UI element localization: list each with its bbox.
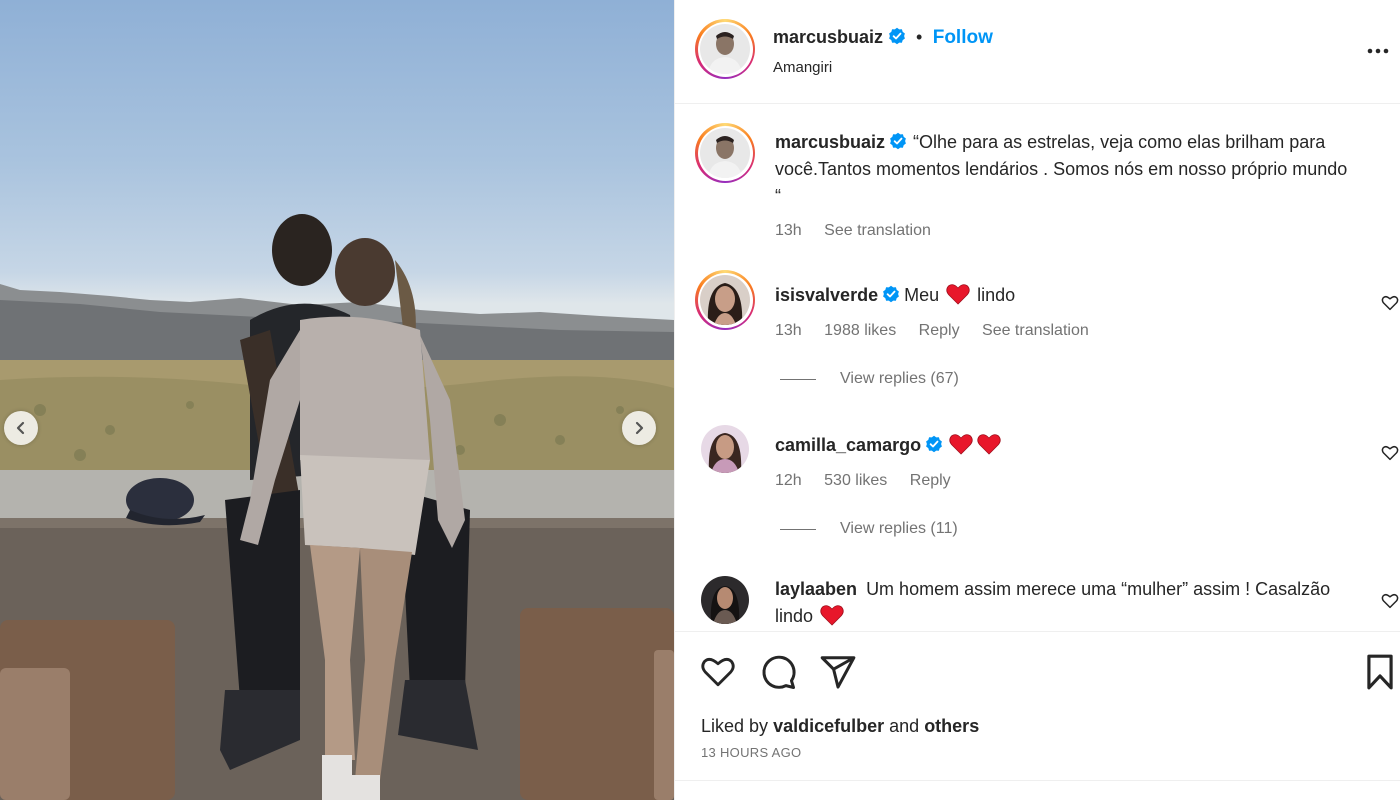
photo-scene	[0, 214, 674, 800]
post-timestamp[interactable]: 13 HOURS AGO	[701, 745, 801, 760]
avatar-image	[701, 425, 749, 473]
author-username[interactable]: marcusbuaiz	[773, 27, 883, 47]
speech-bubble-icon	[762, 655, 796, 690]
view-replies-label: View replies (11)	[840, 520, 958, 537]
more-options-button[interactable]	[1365, 38, 1391, 69]
chevron-left-icon	[16, 421, 25, 435]
bookmark-icon	[1367, 654, 1393, 690]
comment-username[interactable]: camilla_camargo	[775, 435, 921, 455]
post-side-panel: marcusbuaiz • Follow Amangiri marcusbuai…	[674, 0, 1400, 800]
view-replies-label: View replies (67)	[840, 370, 959, 387]
avatar-image	[700, 275, 750, 325]
caption-text-block: marcusbuaiz “Olhe para as estrelas, veja…	[775, 129, 1350, 210]
avatar-image	[700, 24, 750, 74]
comment-username[interactable]: isisvalverde	[775, 285, 878, 305]
heart-outline-icon	[1381, 445, 1399, 461]
caption-avatar[interactable]	[695, 123, 755, 183]
save-button[interactable]	[1363, 653, 1397, 696]
avatar-image	[700, 128, 750, 178]
comment-meta: 13h 1988 likes Reply See translation	[775, 322, 1107, 340]
follow-button[interactable]: Follow	[933, 27, 993, 48]
comment-text: Um homem assim merece uma “mulher” assim…	[775, 579, 1331, 626]
footer-divider	[675, 780, 1400, 781]
liked-by-summary: Liked by valdicefulber and others	[701, 716, 979, 737]
comment-like-button[interactable]	[1381, 294, 1399, 317]
comment-time[interactable]: 13h	[775, 322, 802, 339]
comment-meta: 12h 530 likes Reply	[775, 472, 969, 490]
post-photo	[0, 0, 674, 800]
comment-likes[interactable]: 530 likes	[824, 472, 887, 489]
comment-button[interactable]	[759, 653, 797, 696]
avatar-image	[701, 576, 749, 624]
like-button[interactable]	[699, 654, 737, 695]
verified-badge-icon	[883, 285, 899, 303]
verified-badge-icon	[888, 27, 905, 45]
author-avatar[interactable]	[695, 19, 755, 79]
red-heart-emoji-icon	[949, 434, 973, 455]
view-replies-button[interactable]: View replies (11)	[780, 520, 958, 538]
share-button[interactable]	[819, 653, 857, 696]
red-heart-emoji-icon	[820, 605, 844, 626]
commenter-avatar[interactable]	[701, 576, 749, 624]
location-link[interactable]: Amangiri	[773, 59, 832, 76]
comment-text-block: isisvalverde Meu lindo	[775, 282, 1350, 309]
comment-text-end: lindo	[977, 285, 1016, 305]
liked-by-others[interactable]: others	[924, 716, 979, 736]
caption-time[interactable]: 13h	[775, 222, 802, 239]
comment-reply-button[interactable]: Reply	[919, 322, 960, 339]
comment-text-block: camilla_camargo	[775, 432, 1350, 459]
heart-outline-icon	[701, 657, 735, 687]
red-heart-emoji-icon	[946, 284, 970, 305]
comment-username[interactable]: laylaaben	[775, 579, 857, 599]
commenter-avatar[interactable]	[701, 425, 749, 473]
red-heart-emoji-icon	[977, 434, 1001, 455]
previous-photo-button[interactable]	[4, 411, 38, 445]
paper-plane-icon	[820, 656, 856, 689]
comment-see-translation[interactable]: See translation	[982, 322, 1089, 339]
liked-by-and: and	[889, 716, 920, 736]
liked-by-user[interactable]: valdicefulber	[773, 716, 884, 736]
replies-divider	[780, 378, 816, 380]
comment-reply-button[interactable]: Reply	[910, 472, 951, 489]
next-photo-button[interactable]	[622, 411, 656, 445]
comment-like-button[interactable]	[1381, 444, 1399, 467]
view-replies-button[interactable]: View replies (67)	[780, 370, 959, 388]
commenter-avatar[interactable]	[695, 270, 755, 330]
liked-by-prefix: Liked by	[701, 716, 769, 736]
caption-meta: 13h See translation	[775, 222, 949, 240]
heart-outline-icon	[1381, 295, 1399, 311]
post-header: marcusbuaiz • Follow Amangiri	[675, 0, 1400, 104]
ellipsis-icon	[1367, 48, 1389, 54]
comment-time[interactable]: 12h	[775, 472, 802, 489]
comment-likes[interactable]: 1988 likes	[824, 322, 896, 339]
heart-outline-icon	[1381, 593, 1399, 609]
replies-divider	[780, 528, 816, 530]
chevron-right-icon	[635, 421, 644, 435]
caption-see-translation[interactable]: See translation	[824, 222, 931, 239]
caption-username[interactable]: marcusbuaiz	[775, 132, 885, 152]
comments-list[interactable]: marcusbuaiz “Olhe para as estrelas, veja…	[675, 104, 1400, 632]
verified-badge-icon	[890, 132, 906, 150]
comment-text-block: laylaaben Um homem assim merece uma “mul…	[775, 576, 1335, 630]
verified-badge-icon	[926, 435, 942, 453]
comment-like-button[interactable]	[1381, 592, 1399, 615]
comment-text-start: Meu	[904, 285, 940, 305]
post-actions: Liked by valdicefulber and others 13 HOU…	[675, 631, 1400, 780]
header-separator: •	[915, 27, 923, 47]
